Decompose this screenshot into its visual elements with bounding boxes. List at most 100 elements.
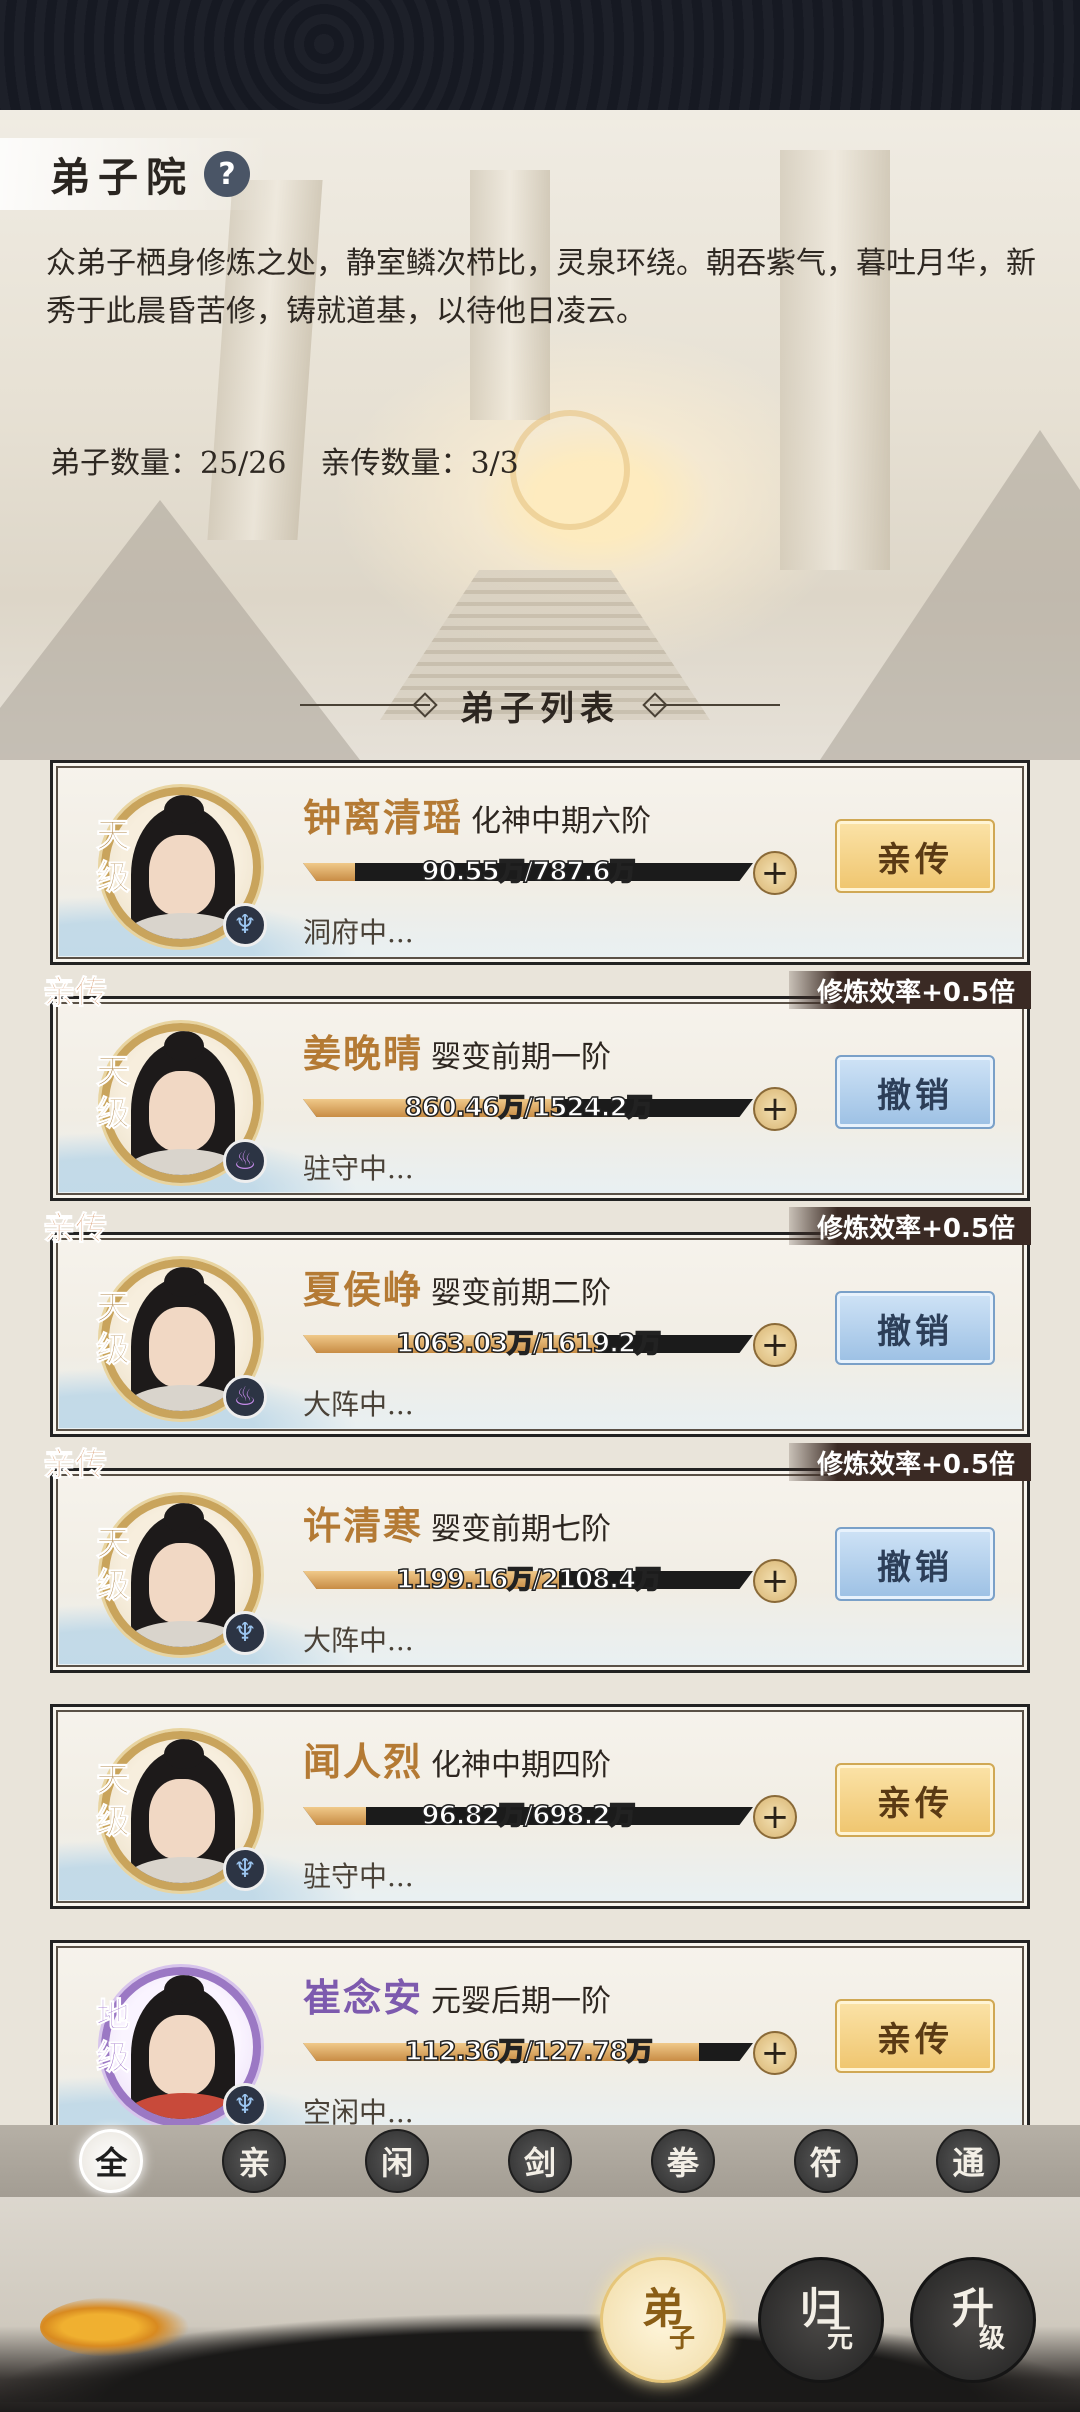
progress-text: 860.46万/1524.2万 xyxy=(404,1092,654,1124)
progress-text: 1199.16万/2108.4万 xyxy=(395,1564,662,1596)
filter-button[interactable]: 符 xyxy=(793,2129,858,2193)
bottom-nav-button[interactable]: 弟子 xyxy=(600,2257,726,2383)
filter-button[interactable]: 全 xyxy=(79,2129,144,2193)
avatar-face xyxy=(149,1307,215,1387)
disciple-name: 许清寒 婴变前期七阶 xyxy=(303,1495,611,1550)
water-element-icon: ♆ xyxy=(223,1847,267,1891)
status-text: 洞府中... xyxy=(303,916,414,949)
progress-text: 96.82万/698.2万 xyxy=(421,1800,636,1832)
rank-label: 天级 xyxy=(96,1288,131,1371)
add-progress-button[interactable]: + xyxy=(753,1323,797,1367)
cultivation-realm: 化神中期四阶 xyxy=(431,1748,612,1783)
rank-label: 天级 xyxy=(96,816,131,899)
disciple-name: 夏侯峥 婴变前期二阶 xyxy=(303,1259,611,1314)
disciple-name-text: 崔念安 xyxy=(303,1975,424,2020)
water-element-icon: ♆ xyxy=(223,2083,267,2125)
progress-text: 90.55万/787.6万 xyxy=(421,856,636,888)
disciple-card[interactable]: 天级 ♆ 许清寒 婴变前期七阶 1199.16万/2108.4万 + 大阵中...… xyxy=(42,1443,1031,1673)
add-progress-button[interactable]: + xyxy=(753,2031,797,2075)
count-row: 弟子数量：25/26 亲传数量：3/3 xyxy=(50,438,519,482)
rank-label: 天级 xyxy=(96,1760,131,1843)
disciple-name-text: 夏侯峥 xyxy=(303,1267,424,1312)
filter-button[interactable]: 剑 xyxy=(507,2129,572,2193)
avatar-face xyxy=(149,835,215,915)
appoint-inner-button[interactable]: 亲传 xyxy=(835,1763,995,1837)
revoke-button[interactable]: 撤销 xyxy=(835,1291,995,1365)
add-progress-button[interactable]: + xyxy=(753,1559,797,1603)
add-progress-button[interactable]: + xyxy=(753,1087,797,1131)
cultivation-realm: 婴变前期二阶 xyxy=(431,1276,612,1311)
rank-label: 天级 xyxy=(96,1524,131,1607)
avatar-hair-bun xyxy=(164,1031,204,1061)
bottom-nav-button[interactable]: 升级 xyxy=(910,2257,1036,2383)
revoke-button[interactable]: 撤销 xyxy=(835,1055,995,1129)
avatar-hair-bun xyxy=(164,1975,204,2005)
page-description: 众弟子栖身修炼之处，静室鳞次栉比，灵泉环绕。朝吞紫气，暮吐月华，新秀于此晨昏苦修… xyxy=(46,246,1036,329)
cultivation-realm: 元婴后期一阶 xyxy=(431,1984,612,2019)
disciple-name: 闻人烈 化神中期四阶 xyxy=(303,1731,611,1786)
add-progress-button[interactable]: + xyxy=(753,1795,797,1839)
inner-disciple-tag: 亲传 xyxy=(42,1445,108,1484)
appoint-inner-button[interactable]: 亲传 xyxy=(835,819,995,893)
avatar-face xyxy=(149,2015,215,2095)
inner-disciple-tag: 亲传 xyxy=(42,973,108,1012)
status-text: 大阵中... xyxy=(303,1388,414,1421)
disciple-card[interactable]: 天级 ♆ 闻人烈 化神中期四阶 96.82万/698.2万 + 驻守中... 亲传 xyxy=(50,1704,1030,1909)
rank-label: 天级 xyxy=(96,1052,131,1135)
page-header: 弟子院 ? xyxy=(0,138,270,210)
cultivation-bonus-badge: 修炼效率+0.5倍 xyxy=(789,1443,1031,1481)
top-status-band xyxy=(0,0,1080,110)
add-progress-button[interactable]: + xyxy=(753,851,797,895)
ornament-right xyxy=(650,704,780,706)
status-text: 大阵中... xyxy=(303,1624,414,1657)
flame-element-icon: ♨ xyxy=(223,1375,267,1419)
nav-label-sub: 元 xyxy=(826,2324,853,2354)
status-text: 驻守中... xyxy=(303,1860,414,1893)
disciple-name-text: 闻人烈 xyxy=(303,1739,424,1784)
status-text: 空闲中... xyxy=(303,2096,414,2125)
disciple-name-text: 许清寒 xyxy=(303,1503,424,1548)
filter-button[interactable]: 亲 xyxy=(222,2129,287,2193)
progress-text: 112.36万/127.78万 xyxy=(404,2036,654,2068)
disciple-count: 弟子数量：25/26 xyxy=(50,446,287,481)
rank-label: 地级 xyxy=(96,1996,131,2079)
filter-button[interactable]: 闲 xyxy=(365,2129,430,2193)
cultivation-realm: 婴变前期七阶 xyxy=(431,1512,612,1547)
section-title: 弟子列表 xyxy=(0,680,1080,730)
water-element-icon: ♆ xyxy=(223,1611,267,1655)
nav-label-sub: 子 xyxy=(668,2324,695,2354)
disciple-name: 崔念安 元婴后期一阶 xyxy=(303,1967,611,2022)
filter-button[interactable]: 拳 xyxy=(650,2129,715,2193)
sun-ring xyxy=(510,410,630,530)
appoint-inner-button[interactable]: 亲传 xyxy=(835,1999,995,2073)
bottom-nav-button[interactable]: 归元 xyxy=(758,2257,884,2383)
cultivation-bonus-badge: 修炼效率+0.5倍 xyxy=(789,1207,1031,1245)
help-icon[interactable]: ? xyxy=(204,151,250,197)
water-element-icon: ♆ xyxy=(223,903,267,947)
section-title-text: 弟子列表 xyxy=(460,688,620,729)
disciple-name: 姜晚晴 婴变前期一阶 xyxy=(303,1023,611,1078)
inner-disciple-count: 亲传数量：3/3 xyxy=(320,446,519,481)
disciple-card[interactable]: 天级 ♨ 夏侯峥 婴变前期二阶 1063.03万/1619.2万 + 大阵中...… xyxy=(42,1207,1031,1437)
cultivation-realm: 化神中期六阶 xyxy=(471,804,652,839)
flame-element-icon: ♨ xyxy=(223,1139,267,1183)
inner-disciple-tag: 亲传 xyxy=(42,1209,108,1248)
avatar-face xyxy=(149,1779,215,1859)
pillar-left xyxy=(207,180,323,540)
avatar-face xyxy=(149,1071,215,1151)
avatar-hair-bun xyxy=(164,1267,204,1297)
progress-text: 1063.03万/1619.2万 xyxy=(395,1328,662,1360)
disciple-card[interactable]: 天级 ♆ 钟离清瑶 化神中期六阶 90.55万/787.6万 + 洞府中... 亲… xyxy=(50,760,1030,965)
bottom-nav: 弟子归元升级 xyxy=(0,2197,1080,2412)
revoke-button[interactable]: 撤销 xyxy=(835,1527,995,1601)
filter-button[interactable]: 通 xyxy=(936,2129,1001,2193)
cloud-logo-icon xyxy=(40,2297,190,2357)
nav-label-sub: 级 xyxy=(978,2324,1005,2354)
disciple-name-text: 姜晚晴 xyxy=(303,1031,424,1076)
disciple-name: 钟离清瑶 化神中期六阶 xyxy=(303,787,651,842)
filter-bar: 全亲闲剑拳符通 xyxy=(0,2125,1080,2197)
disciple-list[interactable]: 天级 ♆ 钟离清瑶 化神中期六阶 90.55万/787.6万 + 洞府中... 亲… xyxy=(0,755,1080,2125)
disciple-card[interactable]: 天级 ♨ 姜晚晴 婴变前期一阶 860.46万/1524.2万 + 驻守中... … xyxy=(42,971,1031,1201)
cultivation-bonus-badge: 修炼效率+0.5倍 xyxy=(789,971,1031,1009)
disciple-card[interactable]: 地级 ♆ 崔念安 元婴后期一阶 112.36万/127.78万 + 空闲中... … xyxy=(50,1940,1030,2125)
